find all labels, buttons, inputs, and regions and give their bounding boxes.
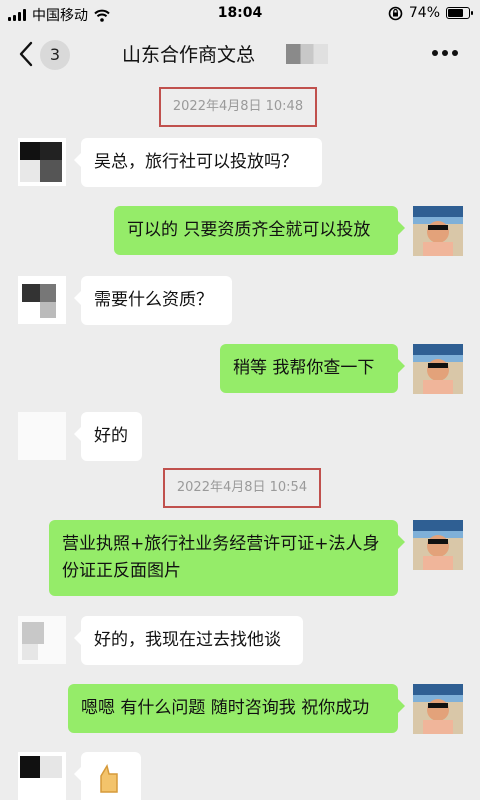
my-avatar[interactable] <box>413 684 463 734</box>
chat-title: 山东合作商文总 <box>122 44 256 66</box>
chat-header: 3 山东合作商文总 <box>0 28 480 80</box>
rotation-lock-icon <box>388 6 403 20</box>
redacted-name-block <box>286 44 328 64</box>
message-timestamp: 2022年4月8日 10:48 <box>159 87 317 127</box>
my-avatar[interactable] <box>413 344 463 394</box>
outgoing-message[interactable]: 嗯嗯 有什么问题 随时咨询我 祝你成功 <box>68 684 405 733</box>
unread-count-badge[interactable]: 3 <box>40 40 70 70</box>
thumbs-up-sticker-icon <box>100 764 118 793</box>
contact-avatar[interactable] <box>18 616 66 664</box>
outgoing-message[interactable]: 可以的 只要资质齐全就可以投放 <box>114 206 405 255</box>
contact-avatar[interactable] <box>18 752 66 800</box>
contact-avatar[interactable] <box>18 276 66 324</box>
incoming-message[interactable]: 需要什么资质？ <box>74 276 232 325</box>
outgoing-message[interactable]: 营业执照+旅行社业务经营许可证+法人身份证正反面图片 <box>49 520 405 596</box>
back-arrow-icon[interactable] <box>14 40 40 68</box>
battery-icon <box>446 7 473 19</box>
outgoing-message[interactable]: 稍等 我帮你查一下 <box>220 344 405 393</box>
contact-avatar[interactable] <box>18 138 66 186</box>
incoming-message[interactable]: 吴总，旅行社可以投放吗？ <box>74 138 322 187</box>
status-right: 74% <box>388 5 473 21</box>
contact-avatar[interactable] <box>18 412 66 460</box>
battery-percent: 74% <box>408 5 440 21</box>
status-bar: 中国移动 18:04 74% <box>0 0 480 28</box>
more-dots-icon[interactable] <box>432 50 458 56</box>
battery-level-fill <box>448 9 463 17</box>
message-timestamp: 2022年4月8日 10:54 <box>163 468 321 508</box>
incoming-message[interactable]: 好的，我现在过去找他谈 <box>74 616 303 665</box>
my-avatar[interactable] <box>413 206 463 256</box>
incoming-message[interactable]: 好的 <box>74 412 142 461</box>
my-avatar[interactable] <box>413 520 463 570</box>
incoming-sticker-message[interactable] <box>74 752 141 800</box>
